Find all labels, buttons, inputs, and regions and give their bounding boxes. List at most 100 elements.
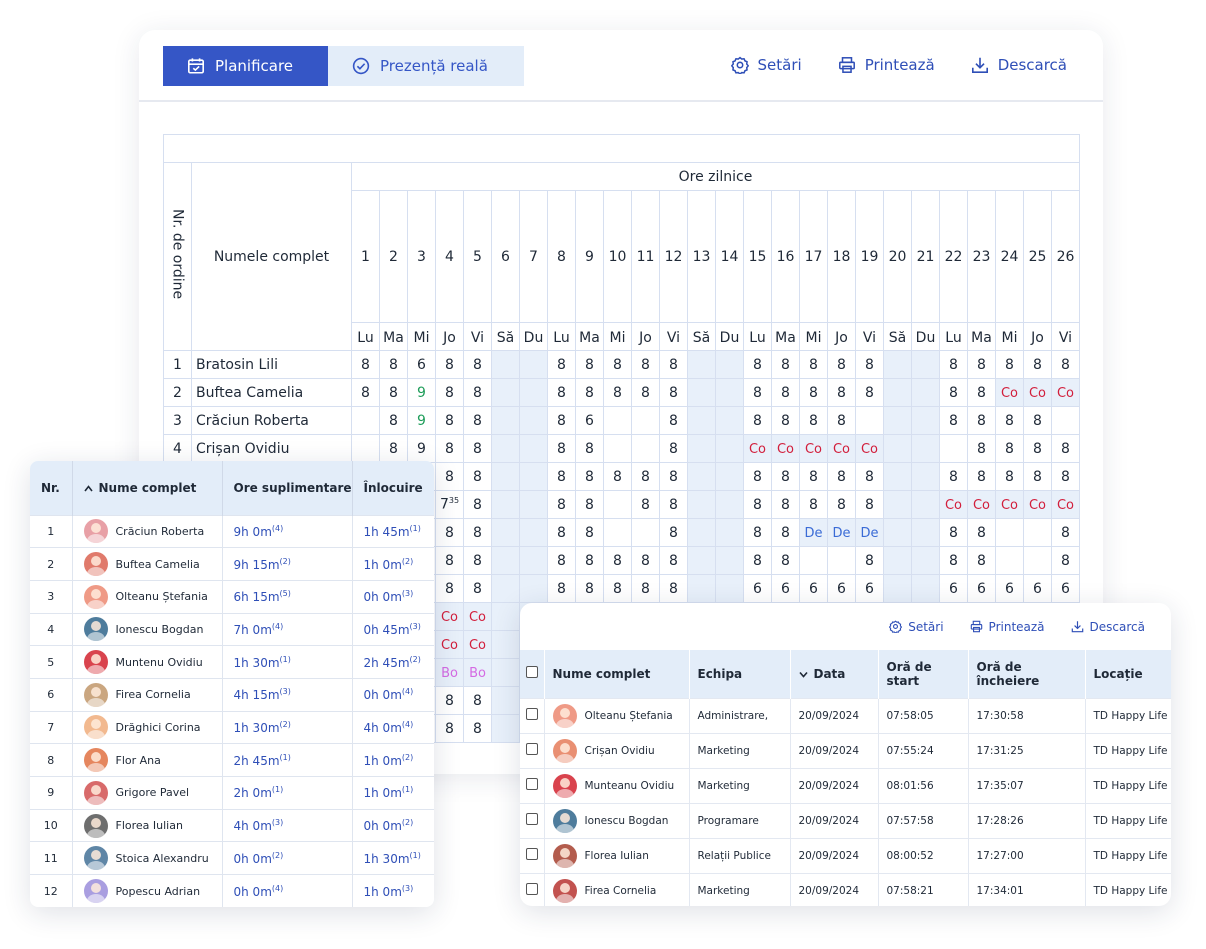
day-cell[interactable]: 8 (1051, 518, 1080, 547)
select-all-checkbox[interactable] (526, 666, 538, 679)
day-cell[interactable]: 6 (827, 574, 856, 603)
attendance-row[interactable]: Crișan Ovidiu Marketing 20/09/2024 07:55:24… (520, 732, 1171, 768)
day-cell[interactable]: 8 (995, 434, 1024, 463)
day-cell[interactable]: 6 (743, 574, 772, 603)
day-cell[interactable]: 8 (855, 546, 884, 575)
day-cell[interactable] (715, 546, 744, 575)
day-cell[interactable]: 8 (659, 434, 688, 463)
day-cell[interactable] (687, 518, 716, 547)
at-col-team[interactable]: Echipa (689, 650, 791, 698)
day-cell[interactable]: 8 (827, 350, 856, 379)
at-col-name[interactable]: Nume complet (544, 650, 690, 698)
day-cell[interactable] (939, 434, 968, 463)
day-cell[interactable]: 8 (379, 378, 408, 407)
at-col-end[interactable]: Oră de încheiere (968, 650, 1086, 698)
overtime-value[interactable]: 0h 0m(2) (222, 841, 353, 875)
day-cell[interactable]: 8 (463, 518, 492, 547)
day-cell[interactable]: 8 (659, 462, 688, 491)
day-cell[interactable] (715, 406, 744, 435)
day-cell[interactable]: 8 (547, 462, 576, 491)
day-cell[interactable] (911, 546, 940, 575)
day-cell[interactable] (883, 546, 912, 575)
day-cell[interactable] (911, 518, 940, 547)
day-cell[interactable] (883, 490, 912, 519)
day-cell[interactable] (603, 490, 632, 519)
day-cell[interactable]: 6 (1023, 574, 1052, 603)
day-cell[interactable]: 8 (463, 350, 492, 379)
day-cell[interactable]: 8 (631, 546, 660, 575)
overtime-row[interactable]: 4 Ionescu Bogdan 7h 0m(4) 0h 45m(3) (30, 612, 434, 646)
day-cell[interactable] (491, 462, 520, 491)
ot-col-nr[interactable]: Nr. (30, 461, 73, 515)
day-cell[interactable] (519, 462, 548, 491)
day-cell[interactable]: Co (799, 434, 828, 463)
day-cell[interactable]: 8 (799, 406, 828, 435)
day-cell[interactable] (911, 574, 940, 603)
day-cell[interactable]: 6 (799, 574, 828, 603)
day-cell[interactable]: 8 (435, 686, 464, 715)
day-cell[interactable]: 8 (659, 350, 688, 379)
day-cell[interactable]: 8 (939, 350, 968, 379)
day-cell[interactable]: 8 (435, 462, 464, 491)
attendance-settings-button[interactable]: Setări (889, 620, 944, 634)
download-button[interactable]: Descarcă (971, 56, 1067, 74)
day-cell[interactable] (995, 518, 1024, 547)
day-cell[interactable]: 8 (855, 490, 884, 519)
day-cell[interactable]: 8 (799, 350, 828, 379)
day-cell[interactable] (883, 350, 912, 379)
attendance-row[interactable]: Ionescu Bogdan Programare 20/09/2024 07:57:… (520, 802, 1171, 838)
day-cell[interactable]: 8 (547, 434, 576, 463)
day-cell[interactable] (631, 518, 660, 547)
day-cell[interactable]: 8 (463, 546, 492, 575)
at-col-date[interactable]: Data (790, 650, 879, 698)
day-cell[interactable]: 8 (743, 350, 772, 379)
day-cell[interactable]: 8 (631, 574, 660, 603)
day-cell[interactable]: 8 (603, 462, 632, 491)
day-cell[interactable]: Co (1051, 378, 1080, 407)
overtime-value[interactable]: 2h 0m(1) (222, 776, 353, 810)
day-cell[interactable] (883, 406, 912, 435)
overtime-row[interactable]: 11 Stoica Alexandru 0h 0m(2) 1h 30m(1) (30, 841, 434, 875)
day-cell[interactable]: 8 (1023, 462, 1052, 491)
row-checkbox[interactable] (526, 848, 538, 860)
replacement-value[interactable]: 1h 0m(1) (352, 776, 434, 810)
day-cell[interactable]: 8 (659, 518, 688, 547)
day-cell[interactable]: 8 (939, 462, 968, 491)
overtime-value[interactable]: 7h 0m(4) (222, 612, 353, 646)
day-cell[interactable]: 8 (603, 378, 632, 407)
day-cell[interactable]: 8 (939, 546, 968, 575)
day-cell[interactable]: 8 (799, 378, 828, 407)
day-cell[interactable]: 8 (379, 406, 408, 435)
day-cell[interactable]: 8 (435, 406, 464, 435)
day-cell[interactable]: 8 (995, 406, 1024, 435)
day-cell[interactable]: 8 (799, 462, 828, 491)
day-cell[interactable] (911, 434, 940, 463)
ot-col-replacement[interactable]: Înlocuire (352, 461, 434, 515)
day-cell[interactable]: 8 (435, 350, 464, 379)
day-cell[interactable]: 8 (575, 490, 604, 519)
day-cell[interactable]: 8 (351, 350, 380, 379)
day-cell[interactable]: 8 (575, 574, 604, 603)
day-cell[interactable]: De (855, 518, 884, 547)
attendance-print-button[interactable]: Printează (970, 620, 1045, 634)
overtime-row[interactable]: 7 Drăghici Corina 1h 30m(2) 4h 0m(4) (30, 710, 434, 744)
day-cell[interactable] (603, 406, 632, 435)
day-cell[interactable]: 8 (827, 462, 856, 491)
day-cell[interactable]: 8 (771, 378, 800, 407)
day-cell[interactable] (519, 378, 548, 407)
attendance-row[interactable]: Olteanu Ștefania Administrare, 20/09/2024 0… (520, 697, 1171, 733)
ot-col-name[interactable]: Nume complet (72, 461, 223, 515)
day-cell[interactable]: 8 (435, 378, 464, 407)
day-cell[interactable] (519, 546, 548, 575)
day-cell[interactable]: 8 (967, 462, 996, 491)
day-cell[interactable]: Co (827, 434, 856, 463)
day-cell[interactable] (603, 518, 632, 547)
day-cell[interactable] (687, 378, 716, 407)
settings-button[interactable]: Setări (730, 56, 802, 74)
day-cell[interactable]: 8 (575, 518, 604, 547)
day-cell[interactable] (631, 406, 660, 435)
day-cell[interactable]: 9 (407, 378, 436, 407)
day-cell[interactable]: 8 (575, 546, 604, 575)
overtime-row[interactable]: 5 Muntenu Ovidiu 1h 30m(1) 2h 45m(2) (30, 645, 434, 679)
day-cell[interactable]: 8 (435, 434, 464, 463)
